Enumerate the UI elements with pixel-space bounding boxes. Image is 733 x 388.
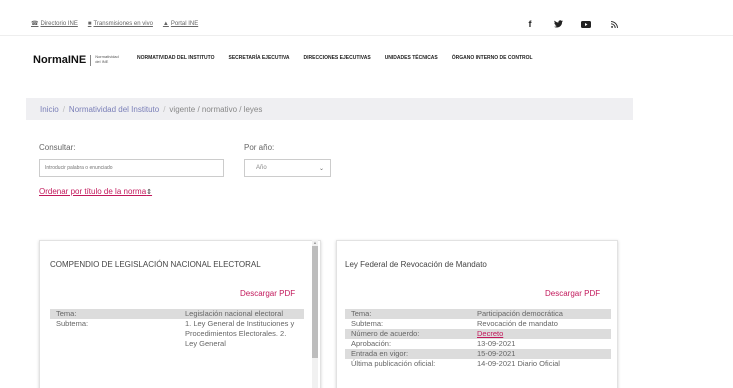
portal-label: Portal INE: [170, 20, 199, 27]
detail-value: Participación democrática: [477, 309, 563, 318]
directory-label: Directorio INE: [40, 20, 78, 27]
search-input[interactable]: [39, 159, 224, 177]
detail-value: 1. Ley General de Instituciones y Proced…: [185, 319, 295, 348]
detail-key: Aprobación:: [351, 339, 392, 348]
detail-key: Subtema:: [351, 319, 384, 328]
detail-row: Tema: Participación democrática: [345, 309, 611, 319]
logo-subtitle: Normatividad del INE: [95, 54, 119, 64]
breadcrumb-current: vigente / normativo / leyes: [169, 104, 263, 114]
detail-row: Aprobación: 13-09-2021: [345, 339, 611, 349]
detail-row: Tema: Legislación nacional electoral: [50, 309, 304, 319]
nav-item-direcciones[interactable]: DIRECCIONES EJECUTIVAS: [304, 55, 371, 61]
download-pdf-link[interactable]: Descargar PDF: [240, 289, 295, 298]
card-title: COMPENDIO DE LEGISLACIÓN NACIONAL ELECTO…: [50, 260, 261, 269]
breadcrumb-section[interactable]: Normatividad del Instituto: [69, 105, 159, 114]
portal-link[interactable]: ▲ Portal INE: [163, 20, 198, 27]
nav-item-unidades[interactable]: UNIDADES TÉCNICAS: [385, 55, 438, 61]
scroll-up-icon[interactable]: ▲: [313, 240, 317, 245]
download-pdf-link[interactable]: Descargar PDF: [545, 289, 600, 298]
law-card: COMPENDIO DE LEGISLACIÓN NACIONAL ELECTO…: [39, 240, 321, 388]
youtube-icon[interactable]: [579, 17, 593, 31]
main-nav: NormaINE Normatividad del INE NORMATIVID…: [0, 36, 733, 80]
detail-row: Entrada en vigor: 15-09-2021: [345, 349, 611, 359]
detail-key: Número de acuerdo:: [351, 329, 420, 338]
sort-by-title-link[interactable]: Ordenar por título de la norma⇕: [39, 187, 152, 196]
utility-links: ☎ Directorio INE ■ Transmisiones en vivo ▲…: [31, 20, 198, 28]
detail-row: Número de acuerdo: Decreto: [345, 329, 611, 339]
card-details: Tema: Legislación nacional electoral Sub…: [50, 309, 304, 349]
social-links: f: [523, 17, 621, 31]
detail-row: Subtema: Revocación de mandato: [345, 319, 611, 329]
detail-value: 13-09-2021: [477, 339, 516, 348]
sort-link-label: Ordenar por título de la norma: [39, 187, 147, 196]
card-scrollbar[interactable]: ▲: [312, 240, 318, 388]
directory-icon: ☎: [31, 21, 39, 27]
detail-value: Revocación de mandato: [477, 319, 558, 328]
detail-key: Subtema:: [56, 319, 89, 328]
breadcrumb-home[interactable]: Inicio: [40, 105, 59, 114]
year-label: Por año:: [244, 143, 275, 152]
video-icon: ■: [87, 20, 92, 27]
detail-value: Legislación nacional electoral: [185, 309, 283, 318]
nav-menu: NORMATIVIDAD DEL INSTITUTO SECRETARÍA EJ…: [137, 55, 533, 61]
breadcrumb-separator: /: [163, 104, 166, 114]
detail-value: 15-09-2021: [477, 349, 516, 358]
decreto-link[interactable]: Decreto: [477, 329, 503, 339]
live-stream-link[interactable]: ■ Transmisiones en vivo: [88, 20, 153, 27]
year-select[interactable]: Año ⌄: [244, 159, 331, 177]
logo-divider: [90, 54, 92, 66]
rss-icon[interactable]: [607, 17, 621, 31]
utility-bar: ☎ Directorio INE ■ Transmisiones en vivo ▲…: [0, 0, 733, 36]
card-title: Ley Federal de Revocación de Mandato: [345, 260, 487, 269]
scrollbar-thumb[interactable]: [312, 246, 318, 358]
logo-text: NormaINE: [33, 54, 87, 66]
chevron-down-icon: ⌄: [318, 165, 324, 172]
nav-item-organo[interactable]: ÓRGANO INTERNO DE CONTROL: [452, 55, 533, 61]
home-icon: ▲: [162, 20, 169, 27]
detail-value: 14-09-2021 Diario Oficial: [477, 359, 560, 368]
nav-item-secretaria[interactable]: SECRETARÍA EJECUTIVA: [229, 55, 290, 61]
logo[interactable]: NormaINE Normatividad del INE: [33, 54, 119, 66]
detail-key: Tema:: [56, 309, 77, 318]
twitter-icon[interactable]: [551, 17, 565, 31]
year-select-value: Año: [256, 165, 267, 171]
law-card: Ley Federal de Revocación de Mandato Des…: [336, 240, 618, 388]
detail-key: Tema:: [351, 309, 372, 318]
detail-row: Subtema: 1. Ley General de Instituciones…: [50, 319, 304, 349]
detail-row: Última publicación oficial: 14-09-2021 D…: [345, 359, 611, 369]
search-label: Consultar:: [39, 143, 76, 152]
facebook-icon[interactable]: f: [523, 17, 537, 31]
sort-icon: ⇕: [146, 189, 153, 196]
card-details: Tema: Participación democrática Subtema:…: [345, 309, 611, 369]
live-stream-label: Transmisiones en vivo: [93, 20, 153, 27]
detail-key: Última publicación oficial:: [351, 359, 436, 368]
breadcrumb: Inicio / Normatividad del Instituto / vi…: [26, 98, 633, 120]
directory-link[interactable]: ☎ Directorio INE: [31, 20, 78, 28]
nav-item-normatividad[interactable]: NORMATIVIDAD DEL INSTITUTO: [137, 55, 215, 61]
detail-key: Entrada en vigor:: [351, 349, 409, 358]
breadcrumb-separator: /: [62, 104, 65, 114]
